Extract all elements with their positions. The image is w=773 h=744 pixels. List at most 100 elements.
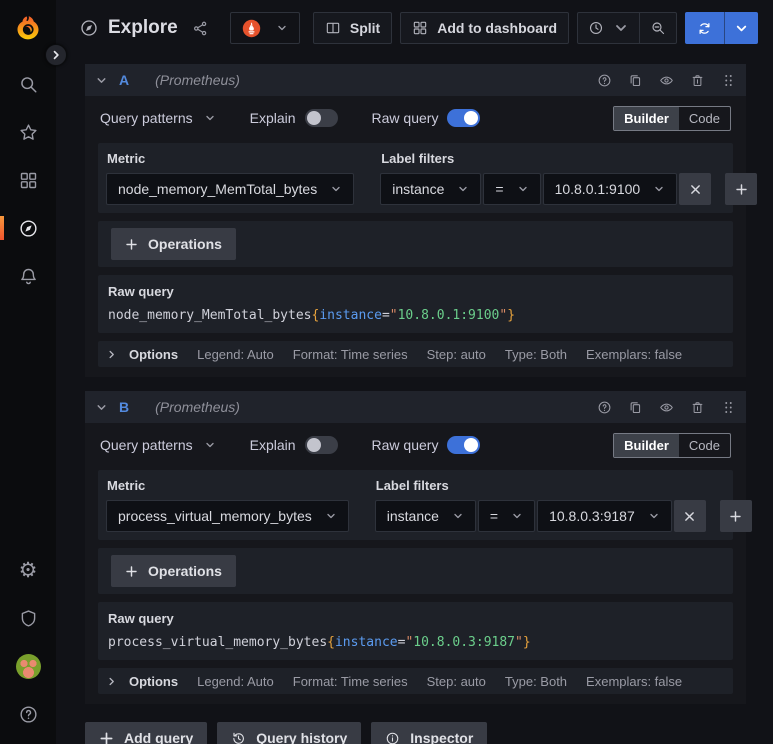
code-quote: " — [389, 308, 398, 323]
share-icon[interactable] — [192, 20, 209, 37]
query-patterns-label: Query patterns — [100, 110, 193, 126]
explore-toolbar: Explore Split Add to dashboard — [56, 0, 773, 56]
raw-query-toggle[interactable] — [447, 436, 481, 454]
time-picker-button[interactable] — [578, 13, 639, 43]
split-button[interactable]: Split — [312, 12, 393, 44]
sidebar-item-dashboards[interactable] — [0, 156, 56, 204]
collapse-chevron-icon[interactable] — [95, 74, 108, 87]
add-filter-button[interactable] — [719, 500, 752, 532]
chevron-down-icon — [736, 25, 747, 31]
filter-operator-select[interactable]: = — [483, 173, 541, 205]
star-icon — [19, 123, 37, 140]
add-query-button[interactable]: Add query — [85, 722, 208, 744]
filter-label-value: instance — [392, 181, 445, 197]
plus-icon — [126, 238, 137, 250]
help-circle-icon — [19, 705, 37, 723]
add-filter-button[interactable] — [725, 173, 758, 205]
remove-query-icon[interactable] — [690, 73, 705, 88]
chevron-right-icon — [53, 50, 59, 60]
active-indicator — [0, 216, 4, 240]
user-avatar — [15, 653, 41, 679]
inspector-label: Inspector — [410, 730, 474, 744]
filter-label-select[interactable]: instance — [374, 500, 476, 532]
code-string: 10.8.0.1:9100 — [397, 308, 500, 323]
run-query-split-button — [685, 12, 758, 44]
code-brace: } — [507, 308, 516, 323]
option-format: Format: Time series — [292, 346, 408, 362]
query-patterns-dropdown[interactable]: Query patterns — [100, 437, 216, 453]
info-circle-icon — [386, 732, 399, 744]
collapse-chevron-icon[interactable] — [95, 401, 108, 414]
toggle-query-visibility-icon[interactable] — [659, 73, 674, 88]
query-a-options-row[interactable]: Options Legend: Auto Format: Time series… — [98, 341, 733, 367]
inspector-button[interactable]: Inspector — [371, 722, 488, 744]
drag-handle-icon[interactable] — [721, 400, 736, 415]
split-pane-icon — [326, 22, 340, 34]
filter-operator-select[interactable]: = — [477, 500, 536, 532]
query-a-header[interactable]: A (Prometheus) — [85, 64, 746, 96]
query-editor-row-b: B (Prometheus) Query patterns Explain Ra… — [85, 391, 752, 704]
builder-mode-button[interactable]: Builder — [614, 433, 679, 457]
run-query-interval-dropdown[interactable] — [724, 12, 758, 44]
sidebar-item-help[interactable] — [0, 690, 56, 738]
remove-query-icon[interactable] — [690, 400, 705, 415]
filter-value: 10.8.0.1:9100 — [554, 181, 641, 197]
main-area: Explore Split Add to dashboard A (Promet… — [56, 0, 773, 744]
add-to-dashboard-button[interactable]: Add to dashboard — [400, 12, 569, 44]
editor-mode-group: Builder Code — [613, 105, 731, 131]
duplicate-query-icon[interactable] — [628, 400, 643, 415]
sidebar-item-server-admin[interactable] — [0, 594, 56, 642]
run-query-button[interactable] — [685, 12, 724, 44]
query-a-raw-query-row: Raw query node_memory_MemTotal_bytes{ins… — [98, 275, 733, 333]
toggle-query-visibility-icon[interactable] — [659, 400, 674, 415]
metric-select[interactable]: node_memory_MemTotal_bytes — [106, 173, 355, 205]
sidebar-item-configuration[interactable]: ⚙ — [0, 546, 56, 594]
drag-handle-icon[interactable] — [721, 73, 736, 88]
filter-value-select[interactable]: 10.8.0.1:9100 — [542, 173, 678, 205]
sidebar-item-profile[interactable] — [0, 642, 56, 690]
chevron-down-icon — [332, 186, 340, 192]
option-format: Format: Time series — [292, 673, 408, 689]
query-help-icon[interactable] — [597, 400, 612, 415]
query-history-button[interactable]: Query history — [217, 722, 362, 744]
query-datasource-name: (Prometheus) — [155, 72, 240, 88]
operations-label: Operations — [148, 563, 222, 579]
query-help-icon[interactable] — [597, 73, 612, 88]
option-exemplars: Exemplars: false — [586, 673, 683, 689]
code-quote: " — [499, 308, 508, 323]
remove-filter-button[interactable] — [679, 173, 712, 205]
sidebar-item-explore[interactable] — [0, 204, 56, 252]
shield-icon — [21, 609, 35, 627]
chevron-down-icon — [454, 513, 462, 519]
option-exemplars: Exemplars: false — [586, 346, 683, 362]
query-datasource-name: (Prometheus) — [155, 399, 240, 415]
dashboards-grid-icon — [20, 172, 36, 188]
explain-toggle[interactable] — [304, 109, 338, 127]
editor-mode-group: Builder Code — [613, 432, 731, 458]
close-icon — [685, 511, 695, 521]
builder-mode-button[interactable]: Builder — [614, 106, 679, 130]
add-operation-button[interactable]: Operations — [111, 555, 236, 587]
duplicate-query-icon[interactable] — [628, 73, 643, 88]
raw-query-toggle[interactable] — [447, 109, 481, 127]
filter-label-select[interactable]: instance — [380, 173, 482, 205]
query-patterns-dropdown[interactable]: Query patterns — [100, 110, 216, 126]
code-mode-button[interactable]: Code — [679, 434, 730, 457]
sidebar-item-search[interactable] — [0, 60, 56, 108]
sidebar-expand-button[interactable] — [45, 44, 67, 66]
add-operation-button[interactable]: Operations — [111, 228, 236, 260]
sidebar-item-alerting[interactable] — [0, 252, 56, 300]
filter-value-select[interactable]: 10.8.0.3:9187 — [537, 500, 672, 532]
query-b-options-row[interactable]: Options Legend: Auto Format: Time series… — [98, 668, 733, 694]
query-b-header[interactable]: B (Prometheus) — [85, 391, 746, 423]
remove-filter-button[interactable] — [673, 500, 706, 532]
metric-select[interactable]: process_virtual_memory_bytes — [106, 500, 349, 532]
code-mode-button[interactable]: Code — [679, 107, 730, 130]
explain-toggle[interactable] — [304, 436, 338, 454]
raw-query-label: Raw query — [371, 110, 439, 126]
zoom-out-time-button[interactable] — [639, 13, 676, 43]
sidebar-item-starred[interactable] — [0, 108, 56, 156]
datasource-picker[interactable] — [229, 12, 300, 44]
raw-query-code: node_memory_MemTotal_bytes{instance="10.… — [106, 308, 725, 323]
operations-label: Operations — [148, 236, 222, 252]
